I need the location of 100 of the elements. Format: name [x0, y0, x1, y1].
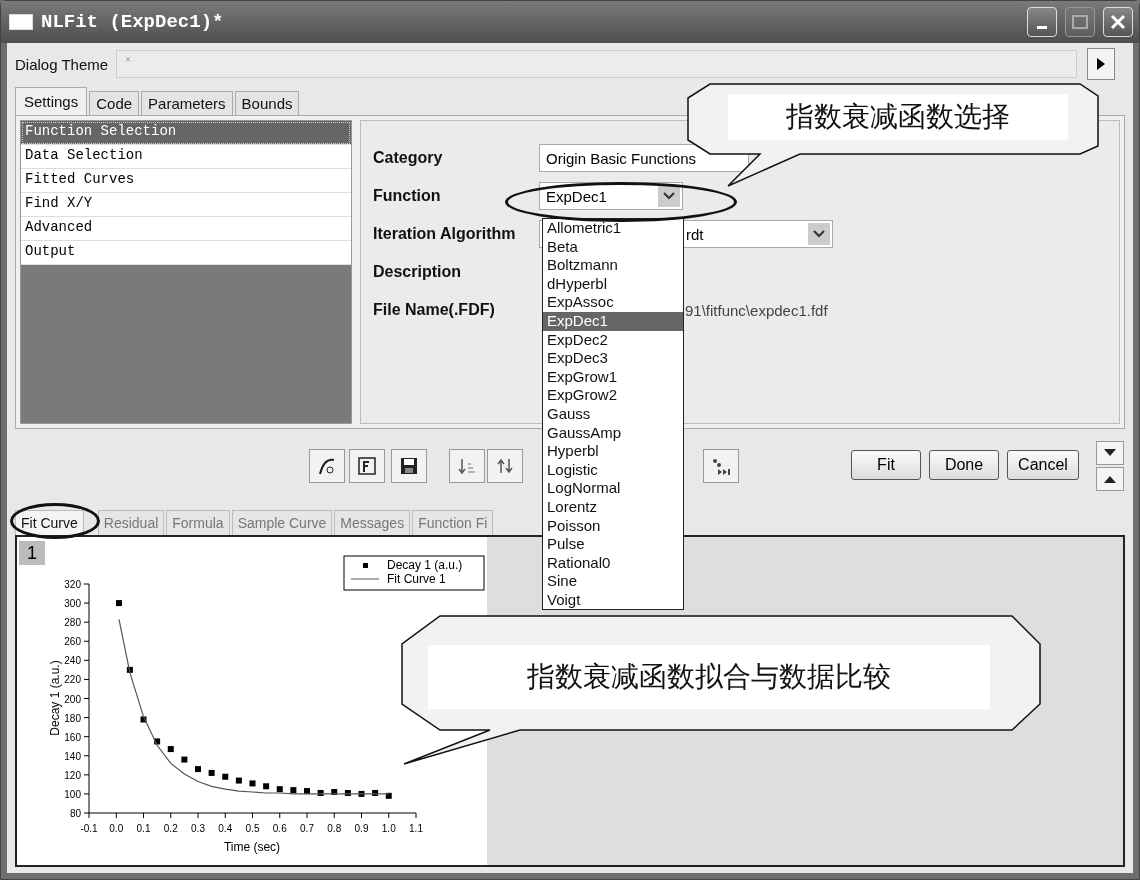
data-point	[181, 756, 188, 763]
dropdown-option[interactable]: ExpGrow2	[543, 386, 683, 405]
chevron-down-icon	[813, 230, 825, 238]
dialog-button[interactable]: Cancel	[1007, 450, 1079, 480]
tick-label: 0.2	[163, 823, 178, 834]
toolbar-button[interactable]	[309, 449, 345, 483]
axis-label: Time (sec)	[223, 840, 281, 854]
data-point	[290, 787, 297, 794]
tick-label: -0.1	[80, 823, 98, 834]
scroll-up-button[interactable]	[1096, 467, 1124, 491]
dropdown-option[interactable]: ExpAssoc	[543, 293, 683, 312]
scroll-down-button[interactable]	[1096, 441, 1124, 465]
tick-label: 0.7	[300, 823, 314, 834]
function-icon	[357, 456, 377, 476]
dialog-theme-field[interactable]: ×	[116, 50, 1077, 78]
sidebar-item[interactable]: Function Selection	[21, 121, 351, 145]
dropdown-field[interactable]: ExpDec1	[539, 182, 683, 210]
dropdown-option[interactable]: Pulse	[543, 535, 683, 554]
field-value: 91\fitfunc\expdec1.fdf	[685, 301, 828, 319]
tick-label: 220	[64, 674, 81, 686]
dropdown-option[interactable]: Logistic	[543, 460, 683, 480]
tick-label: 0.6	[272, 823, 287, 834]
tick-label: 160	[64, 731, 81, 743]
data-point	[304, 788, 310, 795]
data-point	[126, 666, 133, 673]
tab[interactable]: Code	[89, 91, 140, 115]
field-label: Description	[373, 263, 462, 281]
sidebar-item[interactable]: Advanced	[21, 217, 351, 241]
arrows-icon	[495, 456, 515, 476]
dropdown-option[interactable]: Hyperbl	[543, 442, 683, 461]
tab[interactable]: Settings	[15, 87, 88, 115]
minimize-button[interactable]	[1027, 7, 1057, 37]
dialog-button[interactable]: Done	[929, 450, 999, 480]
tick-label: 0.5	[245, 823, 260, 834]
field-label: Iteration Algorithm	[373, 225, 517, 243]
dropdown-option[interactable]: ExpGrow1	[543, 367, 683, 387]
dialog-theme-label: Dialog Theme	[15, 55, 109, 73]
data-point	[317, 789, 324, 796]
minimize-icon	[1037, 25, 1047, 29]
tab[interactable]: Bounds	[234, 91, 300, 115]
dropdown-option[interactable]: Gauss	[543, 404, 683, 424]
maximize-button[interactable]	[1065, 7, 1095, 37]
save-icon	[399, 456, 419, 476]
data-point	[385, 792, 392, 799]
layer-number: 1	[19, 541, 45, 565]
legend-marker-icon	[363, 563, 368, 568]
dropdown-option[interactable]: dHyperbl	[543, 274, 683, 294]
data-point	[331, 789, 338, 795]
field-label: Function	[373, 187, 442, 205]
dropdown-option[interactable]: Sine	[543, 572, 683, 591]
dropdown-option[interactable]: ExpDec1	[543, 311, 683, 331]
tab[interactable]: Function Fi	[412, 510, 494, 535]
tick-label: 180	[64, 712, 81, 724]
dropdown-option[interactable]: Boltzmann	[543, 256, 683, 275]
dropdown-option[interactable]: ExpDec3	[543, 349, 683, 368]
data-point	[167, 746, 174, 753]
tab[interactable]: Formula	[166, 510, 230, 535]
data-point	[358, 790, 365, 797]
data-point	[249, 780, 256, 787]
window-icon	[9, 14, 33, 30]
sidebar-item[interactable]: Data Selection	[21, 145, 351, 169]
toolbar-button[interactable]	[703, 449, 739, 483]
tick-label: 200	[64, 693, 81, 705]
data-point	[372, 789, 379, 796]
legend-label: Fit Curve 1	[387, 572, 446, 586]
tick-label: 120	[64, 769, 81, 781]
triangle-down-icon	[1104, 449, 1116, 457]
menu-arrow-button[interactable]	[1087, 48, 1115, 80]
toolbar-button[interactable]	[349, 449, 385, 483]
data-point	[222, 773, 229, 780]
dropdown-option[interactable]: LogNormal	[543, 479, 683, 498]
dropdown-option[interactable]: ExpDec2	[543, 330, 683, 350]
dropdown-option[interactable]: GaussAmp	[543, 423, 683, 443]
dropdown-option[interactable]: Poisson	[543, 516, 683, 536]
tick-label: 260	[64, 636, 81, 648]
sidebar-item[interactable]: Output	[21, 241, 351, 265]
sidebar-item[interactable]: Fitted Curves	[21, 169, 351, 193]
sidebar-item[interactable]: Find X/Y	[21, 193, 351, 217]
tab[interactable]: Parameters	[141, 91, 233, 115]
data-point	[154, 738, 161, 745]
dropdown-option[interactable]: Lorentz	[543, 497, 683, 517]
data-point	[235, 777, 242, 784]
maximize-icon	[1072, 15, 1088, 29]
toolbar-button[interactable]	[391, 449, 427, 483]
dropdown-option[interactable]: Rational0	[543, 553, 683, 573]
legend-label: Decay 1 (a.u.)	[387, 558, 463, 572]
close-icon	[1110, 14, 1126, 30]
dropdown-field[interactable]: Origin Basic Functions	[539, 144, 749, 172]
tab[interactable]: Residual	[97, 510, 165, 535]
tab[interactable]: Messages	[334, 510, 411, 535]
tick-label: 0.3	[191, 823, 205, 834]
dropdown-option[interactable]: Voigt	[543, 590, 683, 610]
tick-label: 0.1	[136, 823, 151, 834]
close-button[interactable]	[1103, 7, 1133, 37]
tab[interactable]: Fit Curve	[15, 510, 84, 535]
tab[interactable]: Sample Curve	[231, 510, 333, 535]
tick-label: 1.1	[409, 823, 423, 834]
data-point	[195, 766, 201, 773]
dropdown-option[interactable]: Allometric1	[543, 219, 683, 238]
dialog-button[interactable]: Fit	[851, 450, 921, 480]
